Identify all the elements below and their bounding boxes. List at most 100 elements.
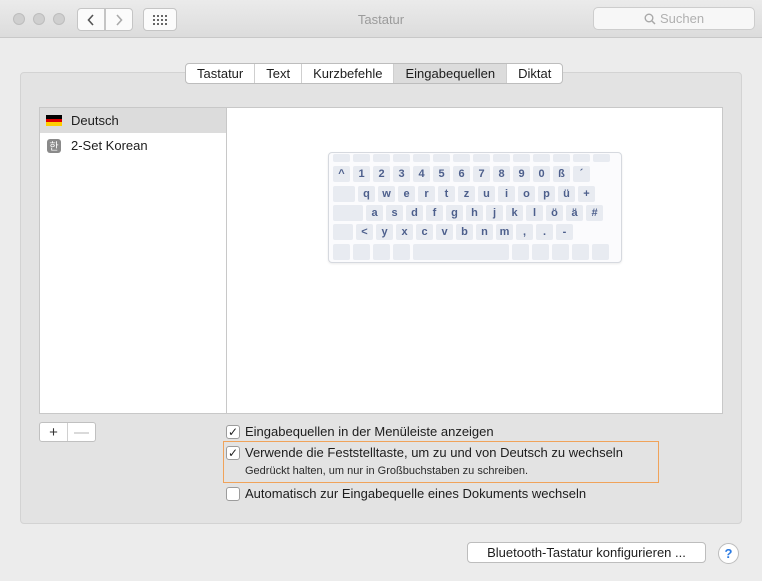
keyboard-key: p <box>538 186 555 202</box>
add-remove-control: + — <box>39 422 96 442</box>
keyboard-modifier-key <box>333 205 363 221</box>
search-placeholder: Suchen <box>659 11 705 26</box>
keyboard-function-key <box>393 154 410 162</box>
keyboard-key: k <box>506 205 523 221</box>
list-item-label: Deutsch <box>71 113 119 128</box>
checkbox-checked[interactable]: ✓ <box>226 445 240 460</box>
tab-kurzbefehle[interactable]: Kurzbefehle <box>301 64 393 83</box>
keyboard-function-key <box>533 154 550 162</box>
keyboard-key: m <box>496 224 513 240</box>
keyboard-preview: ^ 1 2 3 4 5 6 7 8 9 0 ß ´ q w e r t z u i o p ü + a s d f g h j k l ö ä # … <box>226 107 723 414</box>
keyboard-key: ä <box>566 205 583 221</box>
keyboard-key: 9 <box>513 166 530 182</box>
keyboard-function-key <box>353 154 370 162</box>
keyboard-key: d <box>406 205 423 221</box>
keyboard-function-key <box>453 154 470 162</box>
keyboard-row-bottom: < y x c v b n m,. - <box>333 224 573 240</box>
keyboard-function-key <box>333 154 350 162</box>
add-source-button[interactable]: + <box>40 423 68 441</box>
bluetooth-keyboard-button[interactable]: Bluetooth-Tastatur konfigurieren ... <box>467 542 706 563</box>
keyboard-row-home: a s d f g h j k l ö ä # <box>333 205 603 221</box>
keyboard-function-key <box>593 154 610 162</box>
keyboard-layout-image: ^ 1 2 3 4 5 6 7 8 9 0 ß ´ q w e r t z u i o p ü + a s d f g h j k l ö ä # … <box>328 152 622 263</box>
keyboard-key: a <box>366 205 383 221</box>
keyboard-key: n <box>476 224 493 240</box>
korean-han-icon: 한 <box>47 138 61 153</box>
keyboard-key: h <box>466 205 483 221</box>
keyboard-key: , <box>516 224 533 240</box>
option-capslock-switch[interactable]: ✓ Verwende die Feststelltaste, um zu und… <box>226 445 623 460</box>
checkbox-unchecked[interactable] <box>226 486 240 501</box>
keyboard-key: b <box>456 224 473 240</box>
keyboard-key: c <box>416 224 433 240</box>
keyboard-row-top: q w e r t z u i o p ü + <box>333 186 595 202</box>
keyboard-key: u <box>478 186 495 202</box>
keyboard-key: e <box>398 186 415 202</box>
tab-eingabequellen[interactable]: Eingabequellen <box>393 64 507 83</box>
keyboard-key: ^ <box>333 166 350 182</box>
keyboard-key: 1 <box>353 166 370 182</box>
keyboard-function-row <box>333 154 610 162</box>
keyboard-function-key <box>433 154 450 162</box>
keyboard-key: v <box>436 224 453 240</box>
keyboard-space-row <box>333 244 609 260</box>
keyboard-key: # <box>586 205 603 221</box>
keyboard-function-key <box>413 154 430 162</box>
keyboard-key: z <box>458 186 475 202</box>
keyboard-key: 2 <box>373 166 390 182</box>
tab-text[interactable]: Text <box>254 64 301 83</box>
keyboard-key: 5 <box>433 166 450 182</box>
keyboard-row-numbers: ^ 1 2 3 4 5 6 7 8 9 0 ß ´ <box>333 166 590 182</box>
option-label: Eingabequellen in der Menüleiste anzeige… <box>245 424 494 439</box>
keyboard-function-key <box>473 154 490 162</box>
keyboard-key: w <box>378 186 395 202</box>
keyboard-key: f <box>426 205 443 221</box>
title-bar: Tastatur Suchen <box>0 0 762 38</box>
keyboard-key: i <box>498 186 515 202</box>
keyboard-key: . <box>536 224 553 240</box>
keyboard-key: o <box>518 186 535 202</box>
keyboard-key: 0 <box>533 166 550 182</box>
keyboard-function-key <box>493 154 510 162</box>
capslock-note: Gedrückt halten, um nur in Großbuchstabe… <box>245 465 529 477</box>
tab-bar: Tastatur Text Kurzbefehle Eingabequellen… <box>185 63 564 84</box>
keyboard-key: 6 <box>453 166 470 182</box>
keyboard-key: 3 <box>393 166 410 182</box>
option-label: Verwende die Feststelltaste, um zu und v… <box>245 445 623 460</box>
german-flag-icon <box>46 115 62 127</box>
keyboard-key: l <box>526 205 543 221</box>
keyboard-key: 7 <box>473 166 490 182</box>
keyboard-function-key <box>373 154 390 162</box>
keyboard-key: 8 <box>493 166 510 182</box>
checkbox-checked[interactable]: ✓ <box>226 424 240 439</box>
keyboard-key: t <box>438 186 455 202</box>
list-item-deutsch[interactable]: Deutsch <box>40 108 226 133</box>
keyboard-key: y <box>376 224 393 240</box>
input-source-list[interactable]: Deutsch 한 2-Set Korean <box>39 107 227 414</box>
keyboard-key: 4 <box>413 166 430 182</box>
keyboard-key: s <box>386 205 403 221</box>
keyboard-key: j <box>486 205 503 221</box>
list-item-label: 2-Set Korean <box>71 138 148 153</box>
keyboard-key: ´ <box>573 166 590 182</box>
keyboard-key: < <box>356 224 373 240</box>
option-auto-switch[interactable]: Automatisch zur Eingabequelle eines Doku… <box>226 486 586 501</box>
keyboard-modifier-key <box>333 224 353 240</box>
search-icon <box>644 13 656 25</box>
option-label: Automatisch zur Eingabequelle eines Doku… <box>245 486 587 501</box>
keyboard-key: q <box>358 186 375 202</box>
keyboard-function-key <box>513 154 530 162</box>
keyboard-function-key <box>573 154 590 162</box>
remove-source-button[interactable]: — <box>68 423 95 441</box>
tab-tastatur[interactable]: Tastatur <box>186 64 254 83</box>
keyboard-key: g <box>446 205 463 221</box>
keyboard-modifier-key <box>333 186 355 202</box>
keyboard-key: + <box>578 186 595 202</box>
list-item-korean[interactable]: 한 2-Set Korean <box>40 133 226 158</box>
option-show-in-menubar[interactable]: ✓ Eingabequellen in der Menüleiste anzei… <box>226 424 494 439</box>
keyboard-key: - <box>556 224 573 240</box>
tab-diktat[interactable]: Diktat <box>506 64 562 83</box>
help-button[interactable]: ? <box>718 543 739 564</box>
keyboard-key: r <box>418 186 435 202</box>
search-field[interactable]: Suchen <box>593 7 755 30</box>
